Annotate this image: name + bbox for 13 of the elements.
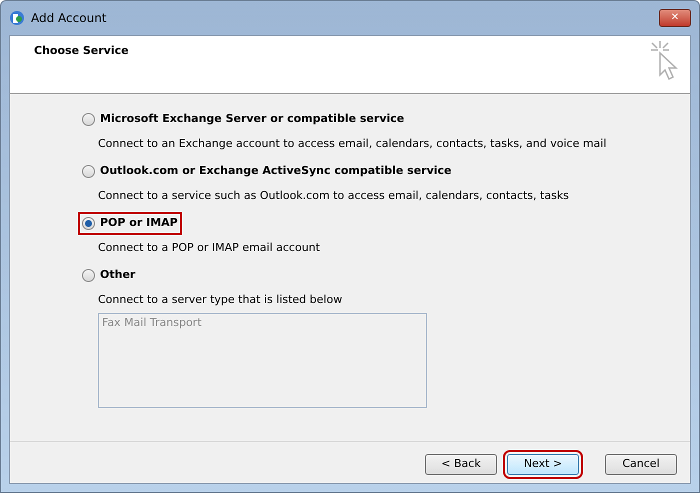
window-title: Add Account: [31, 10, 106, 27]
radio-option[interactable]: POP or IMAP: [78, 212, 182, 234]
dialog-button[interactable]: < Back: [425, 454, 497, 475]
option-description: Connect to an Exchange account to access email, calendars, contacts, tasks, and voice mail: [98, 136, 608, 152]
header-title: Choose Service: [34, 43, 129, 59]
dialog-button[interactable]: Cancel: [605, 454, 677, 475]
option-description: Connect to a service such as Outlook.com to access email, calendars, contacts, tasks: [98, 188, 570, 204]
option-description: Connect to a POP or IMAP email account: [98, 240, 321, 256]
option-description: Connect to a server type that is listed below: [98, 292, 344, 308]
globe-icon: [9, 10, 25, 26]
radio-option[interactable]: Microsoft Exchange Server or compatible service: [78, 108, 408, 130]
radio-option[interactable]: Other: [78, 264, 140, 286]
radio-option[interactable]: Outlook.com or Exchange ActiveSync compatible service: [78, 160, 456, 182]
